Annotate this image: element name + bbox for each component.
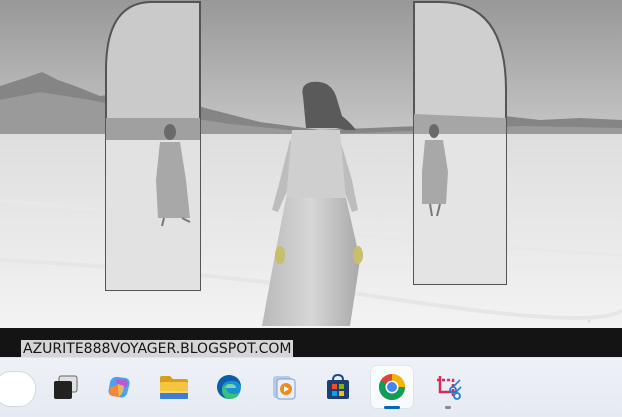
copilot-icon bbox=[108, 376, 130, 398]
snipping-tool-icon bbox=[437, 376, 462, 400]
edge-button[interactable] bbox=[208, 366, 250, 408]
search-box[interactable] bbox=[0, 371, 36, 407]
photo-scene bbox=[0, 0, 622, 328]
file-explorer-button[interactable] bbox=[153, 366, 195, 408]
wallpaper-photo bbox=[0, 0, 622, 328]
snipping-tool-button[interactable] bbox=[427, 366, 469, 409]
task-view-button[interactable] bbox=[44, 366, 86, 408]
chrome-button[interactable] bbox=[371, 366, 413, 409]
watermark-text: AZURITE888VOYAGER.BLOGSPOT.COM bbox=[21, 340, 294, 358]
task-view-icon bbox=[54, 375, 78, 399]
folder-icon bbox=[160, 376, 188, 399]
media-player-button[interactable] bbox=[262, 366, 304, 408]
left-arch-mirror bbox=[105, 1, 201, 291]
store-button[interactable] bbox=[317, 366, 359, 408]
chrome-icon bbox=[378, 374, 406, 401]
photo-corner-mark: ✦ bbox=[586, 317, 593, 326]
store-icon bbox=[327, 373, 349, 399]
taskbar bbox=[0, 357, 622, 417]
running-indicator bbox=[384, 406, 400, 409]
right-arch-mirror bbox=[413, 1, 507, 285]
edge-icon bbox=[217, 375, 241, 399]
running-indicator bbox=[445, 406, 451, 409]
copilot-button[interactable] bbox=[98, 366, 140, 408]
media-player-icon bbox=[273, 376, 296, 400]
